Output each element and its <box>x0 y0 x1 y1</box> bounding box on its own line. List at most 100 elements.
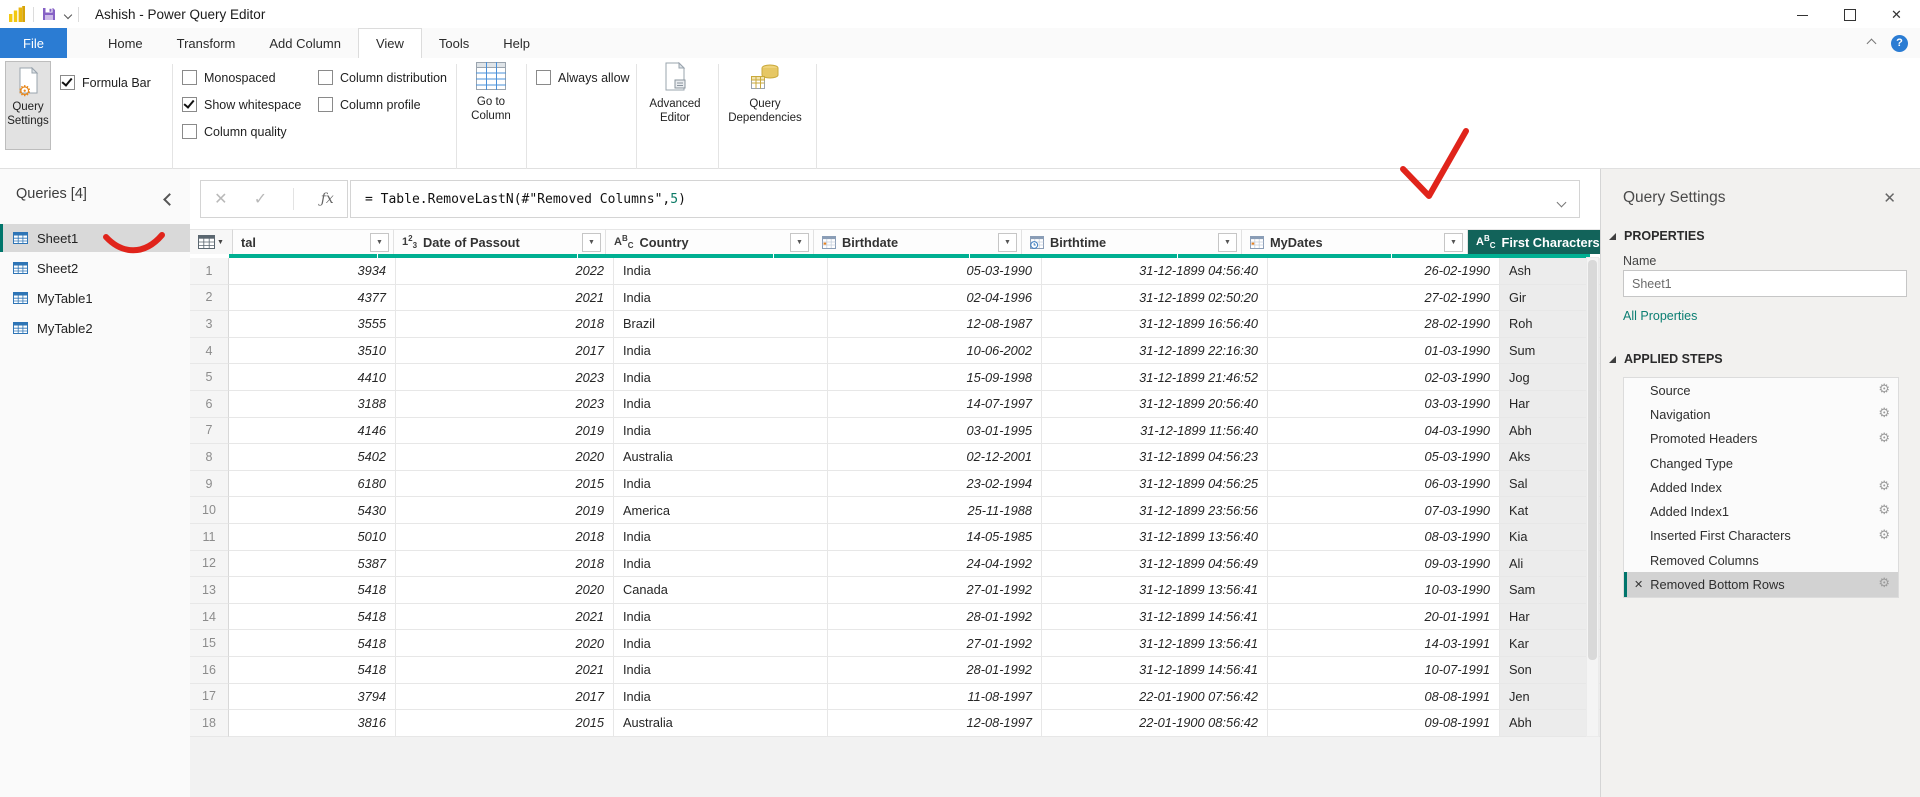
table-cell[interactable]: 14-05-1985 <box>828 524 1042 551</box>
tab-view[interactable]: View <box>358 28 422 59</box>
table-cell[interactable]: 25-11-1988 <box>828 497 1042 524</box>
table-cell[interactable]: 2018 <box>396 551 614 578</box>
table-cell[interactable]: 2015 <box>396 710 614 737</box>
table-cell[interactable]: India <box>614 418 828 445</box>
table-cell[interactable]: India <box>614 338 828 365</box>
table-cell[interactable]: 31-12-1899 22:16:30 <box>1042 338 1268 365</box>
table-cell[interactable]: 31-12-1899 04:56:49 <box>1042 551 1268 578</box>
table-cell[interactable]: Brazil <box>614 311 828 338</box>
table-cell[interactable]: 12-08-1997 <box>828 710 1042 737</box>
table-cell[interactable]: 08-03-1990 <box>1268 524 1500 551</box>
table-cell[interactable]: 31-12-1899 23:56:56 <box>1042 497 1268 524</box>
table-cell[interactable]: India <box>614 684 828 711</box>
table-cell[interactable]: 3510 <box>229 338 396 365</box>
expand-formula-bar-icon[interactable] <box>1558 195 1565 210</box>
row-number[interactable]: 18 <box>190 710 229 737</box>
query-name-input[interactable]: Sheet1 <box>1623 270 1907 297</box>
table-cell[interactable]: 3188 <box>229 391 396 418</box>
applied-step-added-index[interactable]: Added Index⚙ <box>1624 475 1898 499</box>
table-cell[interactable]: 12-08-1987 <box>828 311 1042 338</box>
table-cell[interactable]: 10-07-1991 <box>1268 657 1500 684</box>
row-number[interactable]: 5 <box>190 364 229 391</box>
table-cell[interactable]: 27-02-1990 <box>1268 285 1500 312</box>
table-cell[interactable]: 20-01-1991 <box>1268 604 1500 631</box>
column-profile-checkbox[interactable]: Column profile <box>318 97 421 112</box>
applied-step-removed-bottom-rows[interactable]: ✕Removed Bottom Rows⚙ <box>1624 572 1898 596</box>
table-cell[interactable]: 2020 <box>396 630 614 657</box>
filter-dropdown-icon[interactable]: ▼ <box>582 233 601 252</box>
table-cell[interactable]: India <box>614 391 828 418</box>
table-cell[interactable]: 2021 <box>396 657 614 684</box>
table-cell[interactable]: India <box>614 285 828 312</box>
step-settings-gear-icon[interactable]: ⚙ <box>1878 528 1890 541</box>
step-settings-gear-icon[interactable]: ⚙ <box>1878 431 1890 444</box>
table-cell[interactable]: 02-03-1990 <box>1268 364 1500 391</box>
table-cell[interactable]: 31-12-1899 16:56:40 <box>1042 311 1268 338</box>
step-settings-gear-icon[interactable]: ⚙ <box>1878 503 1890 516</box>
table-cell[interactable]: 02-04-1996 <box>828 285 1042 312</box>
table-cell[interactable]: 5430 <box>229 497 396 524</box>
table-cell[interactable]: 31-12-1899 13:56:41 <box>1042 577 1268 604</box>
table-cell[interactable]: 14-07-1997 <box>828 391 1042 418</box>
table-cell[interactable]: 05-03-1990 <box>1268 444 1500 471</box>
row-number[interactable]: 9 <box>190 471 229 498</box>
query-item-mytable2[interactable]: MyTable2 <box>0 314 190 342</box>
column-header-date-of-passout[interactable]: 123Date of Passout▼ <box>394 229 606 254</box>
commit-formula-icon[interactable]: ✓ <box>254 189 267 209</box>
table-cell[interactable]: 3794 <box>229 684 396 711</box>
table-cell[interactable]: 07-03-1990 <box>1268 497 1500 524</box>
monospaced-checkbox[interactable]: Monospaced <box>182 70 276 85</box>
row-number[interactable]: 12 <box>190 551 229 578</box>
table-cell[interactable]: 3934 <box>229 258 396 285</box>
table-cell[interactable]: 2020 <box>396 444 614 471</box>
table-cell[interactable]: 10-03-1990 <box>1268 577 1500 604</box>
tab-file[interactable]: File <box>0 28 67 58</box>
column-header-birthdate[interactable]: Birthdate▼ <box>814 229 1022 254</box>
show-whitespace-checkbox[interactable]: Show whitespace <box>182 97 301 112</box>
table-cell[interactable]: 31-12-1899 11:56:40 <box>1042 418 1268 445</box>
table-cell[interactable]: 31-12-1899 04:56:40 <box>1042 258 1268 285</box>
table-cell[interactable]: 28-01-1992 <box>828 657 1042 684</box>
minimize-button[interactable] <box>1779 0 1826 30</box>
tab-tools[interactable]: Tools <box>422 28 486 58</box>
table-cell[interactable]: 5387 <box>229 551 396 578</box>
table-corner-button[interactable]: ▼ <box>190 229 233 254</box>
filter-dropdown-icon[interactable]: ▼ <box>998 233 1017 252</box>
row-number[interactable]: 15 <box>190 630 229 657</box>
table-cell[interactable]: 2018 <box>396 311 614 338</box>
table-cell[interactable]: India <box>614 630 828 657</box>
row-number[interactable]: 4 <box>190 338 229 365</box>
table-cell[interactable]: 22-01-1900 08:56:42 <box>1042 710 1268 737</box>
column-distribution-checkbox[interactable]: Column distribution <box>318 70 447 85</box>
table-cell[interactable]: 15-09-1998 <box>828 364 1042 391</box>
table-cell[interactable]: 01-03-1990 <box>1268 338 1500 365</box>
table-cell[interactable]: 2019 <box>396 418 614 445</box>
table-cell[interactable]: 05-03-1990 <box>828 258 1042 285</box>
properties-section-header[interactable]: PROPERTIES <box>1609 229 1705 243</box>
column-header-mydates[interactable]: MyDates▼ <box>1242 229 1468 254</box>
applied-step-added-index1[interactable]: Added Index1⚙ <box>1624 499 1898 523</box>
row-number[interactable]: 2 <box>190 285 229 312</box>
query-item-sheet2[interactable]: Sheet2 <box>0 254 190 282</box>
row-number[interactable]: 3 <box>190 311 229 338</box>
table-cell[interactable]: 3816 <box>229 710 396 737</box>
table-cell[interactable]: 26-02-1990 <box>1268 258 1500 285</box>
maximize-button[interactable] <box>1826 0 1873 30</box>
vertical-scrollbar[interactable] <box>1586 257 1599 737</box>
table-cell[interactable]: 27-01-1992 <box>828 630 1042 657</box>
row-number[interactable]: 1 <box>190 258 229 285</box>
table-cell[interactable]: 28-02-1990 <box>1268 311 1500 338</box>
fx-icon[interactable]: ƒx <box>321 191 334 207</box>
table-cell[interactable]: 08-08-1991 <box>1268 684 1500 711</box>
table-cell[interactable]: 09-08-1991 <box>1268 710 1500 737</box>
table-cell[interactable]: 4410 <box>229 364 396 391</box>
applied-step-removed-columns[interactable]: Removed Columns <box>1624 548 1898 572</box>
column-header-tal[interactable]: tal▼ <box>233 229 394 254</box>
table-cell[interactable]: India <box>614 364 828 391</box>
advanced-editor-button[interactable]: Advanced Editor <box>640 62 710 126</box>
cancel-formula-icon[interactable]: ✕ <box>214 189 227 209</box>
row-number[interactable]: 8 <box>190 444 229 471</box>
table-cell[interactable]: 03-01-1995 <box>828 418 1042 445</box>
table-cell[interactable]: 28-01-1992 <box>828 604 1042 631</box>
table-cell[interactable]: 02-12-2001 <box>828 444 1042 471</box>
